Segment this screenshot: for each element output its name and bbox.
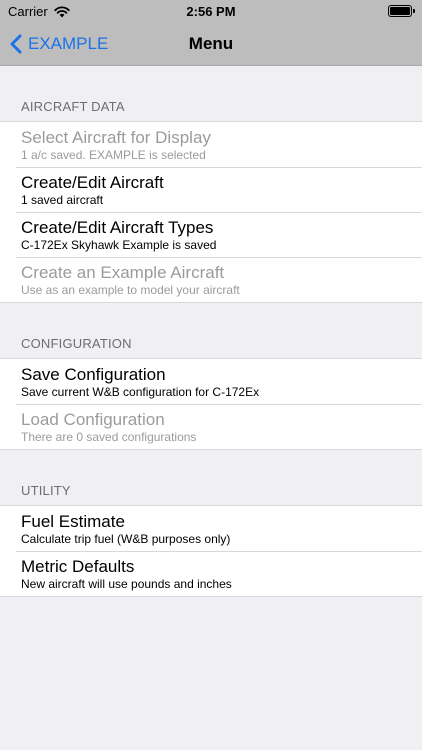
row-title: Create an Example Aircraft (21, 263, 225, 282)
section-header-configuration: CONFIGURATION (21, 336, 132, 351)
row-title: Create/Edit Aircraft (21, 173, 164, 192)
row-title: Fuel Estimate (21, 512, 125, 531)
load-configuration-row[interactable]: Load Configuration There are 0 saved con… (0, 404, 422, 449)
utility-group: Fuel Estimate Calculate trip fuel (W&B p… (0, 505, 422, 597)
row-title: Metric Defaults (21, 557, 135, 576)
row-subtitle: 1 saved aircraft (21, 193, 104, 207)
row-subtitle: Use as an example to model your aircraft (21, 283, 240, 297)
battery-icon (388, 5, 415, 17)
fuel-estimate-row[interactable]: Fuel Estimate Calculate trip fuel (W&B p… (0, 506, 422, 551)
navigation-bar: EXAMPLE Menu (0, 22, 422, 66)
battery-level (390, 7, 410, 15)
page-title: Menu (188, 34, 234, 53)
create-edit-aircraft-row[interactable]: Create/Edit Aircraft 1 saved aircraft (0, 167, 422, 212)
row-subtitle: Calculate trip fuel (W&B purposes only) (21, 532, 231, 546)
row-title: Create/Edit Aircraft Types (21, 218, 214, 237)
configuration-group: Save Configuration Save current W&B conf… (0, 358, 422, 450)
select-aircraft-row[interactable]: Select Aircraft for Display 1 a/c saved.… (0, 122, 422, 167)
aircraft-data-group: Select Aircraft for Display 1 a/c saved.… (0, 121, 422, 303)
section-header-utility: UTILITY (21, 483, 71, 498)
row-subtitle: 1 a/c saved. EXAMPLE is selected (21, 148, 206, 162)
row-title: Save Configuration (21, 365, 166, 384)
status-time: 2:56 PM (186, 4, 236, 19)
create-edit-aircraft-types-row[interactable]: Create/Edit Aircraft Types C-172Ex Skyha… (0, 212, 422, 257)
section-header-aircraft-data: AIRCRAFT DATA (21, 99, 125, 114)
menu-list: AIRCRAFT DATA Select Aircraft for Displa… (0, 66, 422, 597)
row-subtitle: New aircraft will use pounds and inches (21, 577, 232, 591)
status-bar: Carrier 2:56 PM (0, 0, 422, 22)
save-configuration-row[interactable]: Save Configuration Save current W&B conf… (0, 359, 422, 404)
row-subtitle: Save current W&B configuration for C-172… (21, 385, 260, 399)
metric-defaults-row[interactable]: Metric Defaults New aircraft will use po… (0, 551, 422, 596)
row-title: Select Aircraft for Display (21, 128, 211, 147)
create-example-aircraft-row[interactable]: Create an Example Aircraft Use as an exa… (0, 257, 422, 302)
top-bar: Carrier 2:56 PM EXAMPLE Menu (0, 0, 422, 66)
row-subtitle: There are 0 saved configurations (21, 430, 197, 444)
row-title: Load Configuration (21, 410, 165, 429)
row-subtitle: C-172Ex Skyhawk Example is saved (21, 238, 217, 252)
